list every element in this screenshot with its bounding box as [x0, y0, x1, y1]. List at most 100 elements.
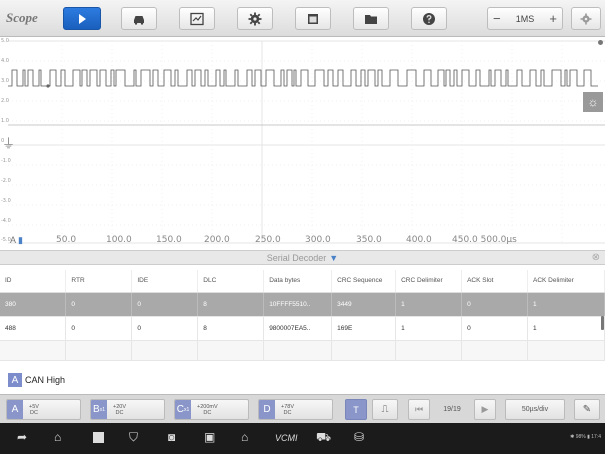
play-next-icon: ▶	[481, 404, 489, 414]
next-page-button[interactable]: ▶	[474, 399, 496, 420]
trigger-icon: T	[353, 404, 359, 415]
x-tick: 250.0	[255, 235, 281, 245]
shield-icon[interactable]: ⛉	[129, 430, 138, 445]
column-header: DLC	[197, 270, 265, 293]
channel-marker: A ▮	[10, 235, 23, 245]
trigger-button[interactable]: T	[345, 399, 367, 420]
column-header: ACK Delimiter	[527, 270, 605, 293]
y-tick: 5.0	[1, 38, 9, 44]
table-cell: 169E	[331, 316, 397, 341]
app-brand: Scope	[6, 10, 38, 25]
table-cell: 3449	[331, 292, 397, 317]
table-header-row: ID RTR IDE DLC Data bytes CRC Sequence C…	[0, 270, 605, 293]
probe-button[interactable]: ✎	[574, 399, 600, 420]
status-indicators: ✱ 98% ▮ 17:4	[570, 434, 601, 440]
channel-letter-badge: A	[8, 373, 22, 387]
tools-button[interactable]	[571, 7, 601, 30]
channel-d-button[interactable]: D +78V DC	[258, 399, 333, 420]
y-tick: 4.0	[1, 58, 9, 64]
x-tick: 300.0	[305, 235, 331, 245]
y-tick: 1.0	[1, 118, 9, 124]
table-row[interactable]: 380 0 0 8 10FFFF5510.. 3449 1 0 1	[0, 292, 605, 317]
table-row[interactable]: 488 0 0 8 9800007EA5.. 169E 1 0 1	[0, 316, 605, 341]
channel-c-button[interactable]: Cx1 +200mV DC	[174, 399, 249, 420]
recent-apps-icon[interactable]	[93, 432, 104, 443]
trigger-edge-button[interactable]: ⎍	[372, 399, 398, 420]
top-toolbar: Scope − 1MS +	[0, 0, 605, 37]
table-scrollbar[interactable]	[601, 316, 604, 330]
table-cell: 0	[461, 292, 528, 317]
y-tick: 2.0	[1, 98, 9, 104]
x-tick: 100.0	[106, 235, 132, 245]
table-cell: 0	[461, 316, 528, 341]
window-button[interactable]	[295, 7, 331, 30]
probe-icon: ✎	[582, 404, 592, 415]
y-tick: -3.0	[1, 198, 11, 204]
ground-marker-icon[interactable]: ⏚	[2, 133, 15, 152]
folder-icon	[365, 14, 377, 24]
table-cell: 1	[395, 292, 463, 317]
chevron-down-icon[interactable]: ▼	[329, 253, 338, 263]
table-cell: 8	[197, 316, 265, 341]
back-icon[interactable]: ➦	[17, 430, 27, 444]
channel-range: +200mV DC	[197, 403, 218, 416]
help-button[interactable]	[411, 7, 447, 30]
y-tick: -1.0	[1, 158, 11, 164]
column-header: IDE	[131, 270, 199, 293]
table-cell: 1	[527, 316, 605, 341]
vehicle-home-icon[interactable]: ⌂	[241, 430, 248, 444]
folder-button[interactable]	[353, 7, 389, 30]
table-row-empty	[0, 340, 605, 361]
status-dot	[598, 40, 603, 45]
timebase-minus-button[interactable]: −	[493, 11, 501, 26]
settings-button[interactable]	[237, 7, 273, 30]
y-tick: -4.0	[1, 218, 11, 224]
y-tick: -2.0	[1, 178, 11, 184]
y-tick: 3.0	[1, 78, 9, 84]
serial-decoder-title: Serial Decoder	[266, 253, 327, 263]
table-cell: 8	[197, 292, 265, 317]
first-page-button[interactable]: ⏮	[408, 399, 430, 420]
decoder-table: ID RTR IDE DLC Data bytes CRC Sequence C…	[0, 270, 605, 361]
car-nav-icon[interactable]: ⛟	[316, 430, 331, 446]
play-button[interactable]	[63, 7, 101, 30]
channel-name: CAN High	[25, 375, 66, 385]
x-tick: 350.0	[356, 235, 382, 245]
vehicle-button[interactable]	[121, 7, 157, 30]
close-decoder-icon[interactable]: ⊗	[592, 251, 600, 265]
channel-a-button[interactable]: A +5V DC	[6, 399, 81, 420]
brightness-button[interactable]: ☼	[583, 92, 603, 112]
timediv-selector[interactable]: 50µs/div	[505, 399, 565, 420]
channel-range: +5V DC	[29, 403, 39, 416]
timebase-plus-button[interactable]: +	[549, 11, 557, 26]
screen-record-icon[interactable]: ▣	[204, 430, 215, 444]
column-header: Data bytes	[263, 270, 333, 293]
gear-icon	[248, 12, 262, 25]
shop-icon[interactable]: ⛁	[354, 430, 364, 444]
x-tick: 50.0	[56, 235, 77, 245]
rising-edge-icon: ⎍	[381, 404, 389, 415]
home-icon[interactable]: ⌂	[54, 430, 61, 444]
chart-icon	[190, 12, 204, 25]
column-header: RTR	[65, 270, 133, 293]
channel-control-bar: A +5V DC Bx1 +20V DC Cx1 +200mV DC D +78V DC…	[0, 394, 605, 423]
vcmi-icon[interactable]: VCMI	[275, 433, 298, 443]
channel-range: +78V DC	[281, 403, 294, 416]
channel-letter: A	[7, 400, 23, 419]
camera-icon[interactable]: ◙	[168, 430, 175, 444]
column-header: ACK Slot	[461, 270, 528, 293]
tools-icon	[580, 13, 592, 24]
table-cell: 10FFFF5510..	[263, 292, 333, 317]
play-icon	[79, 13, 86, 24]
chart-button[interactable]	[179, 7, 215, 30]
serial-decoder-header[interactable]: Serial Decoder ▼ ⊗	[0, 250, 605, 265]
column-header: ID	[0, 270, 67, 293]
table-cell: 0	[65, 292, 133, 317]
scope-grid	[8, 40, 605, 244]
x-tick: 400.0	[406, 235, 432, 245]
channel-label: A CAN High	[8, 373, 65, 387]
scope-display[interactable]: 5.0 4.0 3.0 2.0 1.0 0 -1.0 -2.0 -3.0 -4.…	[0, 37, 605, 251]
x-tick: 200.0	[204, 235, 230, 245]
table-cell: 9800007EA5..	[263, 316, 333, 341]
channel-b-button[interactable]: Bx1 +20V DC	[90, 399, 165, 420]
